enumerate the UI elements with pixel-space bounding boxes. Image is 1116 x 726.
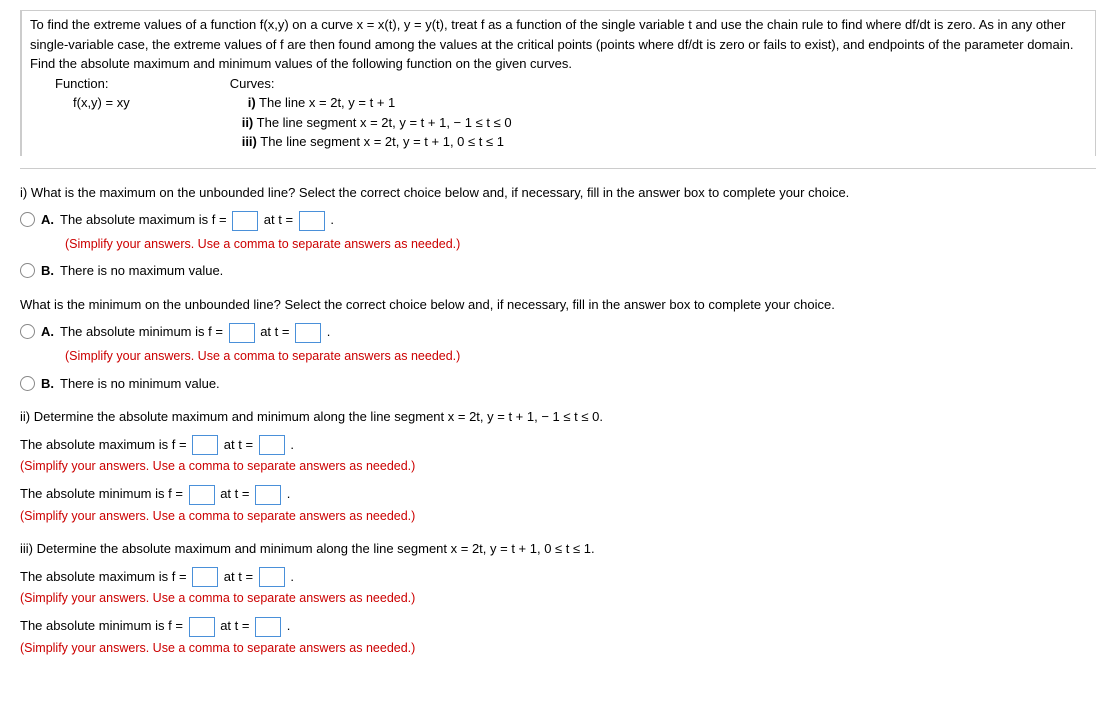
input-f[interactable] bbox=[189, 485, 215, 505]
input-f[interactable] bbox=[189, 617, 215, 637]
problem-statement: To find the extreme values of a function… bbox=[20, 10, 1096, 156]
iii-min-line: The absolute minimum is f = at t = . bbox=[20, 616, 1096, 637]
option-b-text: There is no minimum value. bbox=[60, 374, 220, 394]
option-i-min-b[interactable]: B. There is no minimum value. bbox=[20, 374, 1096, 394]
input-f[interactable] bbox=[229, 323, 255, 343]
hint-i-min-a: (Simplify your answers. Use a comma to s… bbox=[65, 347, 1096, 366]
part-i-max: i) What is the maximum on the unbounded … bbox=[20, 183, 1096, 281]
option-i-max-a[interactable]: A. The absolute maximum is f = at t = . bbox=[20, 210, 1096, 231]
curves-label: Curves: bbox=[230, 74, 512, 94]
function-label: Function: bbox=[55, 74, 130, 94]
hint-iii-min: (Simplify your answers. Use a comma to s… bbox=[20, 639, 1096, 658]
function-col: Function: f(x,y) = xy bbox=[55, 74, 130, 152]
curves-col: Curves: i) The line x = 2t, y = t + 1 ii… bbox=[230, 74, 512, 152]
part-ii-question: ii) Determine the absolute maximum and m… bbox=[20, 407, 1096, 427]
option-a-text: The absolute minimum is f = at t = . bbox=[60, 322, 330, 343]
option-b-text: There is no maximum value. bbox=[60, 261, 223, 281]
function-def: f(x,y) = xy bbox=[73, 93, 130, 113]
hint-iii-max: (Simplify your answers. Use a comma to s… bbox=[20, 589, 1096, 608]
option-i-min-a[interactable]: A. The absolute minimum is f = at t = . bbox=[20, 322, 1096, 343]
part-iii-question: iii) Determine the absolute maximum and … bbox=[20, 539, 1096, 559]
input-t[interactable] bbox=[259, 567, 285, 587]
input-t[interactable] bbox=[295, 323, 321, 343]
input-f[interactable] bbox=[232, 211, 258, 231]
hint-ii-max: (Simplify your answers. Use a comma to s… bbox=[20, 457, 1096, 476]
input-t[interactable] bbox=[259, 435, 285, 455]
part-i-max-question: i) What is the maximum on the unbounded … bbox=[20, 183, 1096, 203]
radio-icon[interactable] bbox=[20, 324, 35, 339]
ii-min-line: The absolute minimum is f = at t = . bbox=[20, 484, 1096, 505]
option-label-a: A. bbox=[41, 322, 54, 342]
radio-icon[interactable] bbox=[20, 376, 35, 391]
part-iii: iii) Determine the absolute maximum and … bbox=[20, 539, 1096, 657]
option-a-text: The absolute maximum is f = at t = . bbox=[60, 210, 334, 231]
option-label-a: A. bbox=[41, 210, 54, 230]
option-label-b: B. bbox=[41, 261, 54, 281]
iii-max-line: The absolute maximum is f = at t = . bbox=[20, 567, 1096, 588]
hint-i-max-a: (Simplify your answers. Use a comma to s… bbox=[65, 235, 1096, 254]
ii-max-line: The absolute maximum is f = at t = . bbox=[20, 435, 1096, 456]
part-ii: ii) Determine the absolute maximum and m… bbox=[20, 407, 1096, 525]
curve-iii: iii) The line segment x = 2t, y = t + 1,… bbox=[242, 132, 512, 152]
radio-icon[interactable] bbox=[20, 212, 35, 227]
input-t[interactable] bbox=[299, 211, 325, 231]
hint-ii-min: (Simplify your answers. Use a comma to s… bbox=[20, 507, 1096, 526]
option-i-max-b[interactable]: B. There is no maximum value. bbox=[20, 261, 1096, 281]
part-i-min-question: What is the minimum on the unbounded lin… bbox=[20, 295, 1096, 315]
curve-ii: ii) The line segment x = 2t, y = t + 1, … bbox=[242, 113, 512, 133]
input-f[interactable] bbox=[192, 435, 218, 455]
input-f[interactable] bbox=[192, 567, 218, 587]
input-t[interactable] bbox=[255, 617, 281, 637]
divider bbox=[20, 168, 1096, 169]
part-i-min: What is the minimum on the unbounded lin… bbox=[20, 295, 1096, 393]
intro-text: To find the extreme values of a function… bbox=[30, 15, 1087, 74]
setup-row: Function: f(x,y) = xy Curves: i) The lin… bbox=[55, 74, 1087, 152]
option-label-b: B. bbox=[41, 374, 54, 394]
curve-i: i) The line x = 2t, y = t + 1 bbox=[248, 93, 512, 113]
radio-icon[interactable] bbox=[20, 263, 35, 278]
input-t[interactable] bbox=[255, 485, 281, 505]
